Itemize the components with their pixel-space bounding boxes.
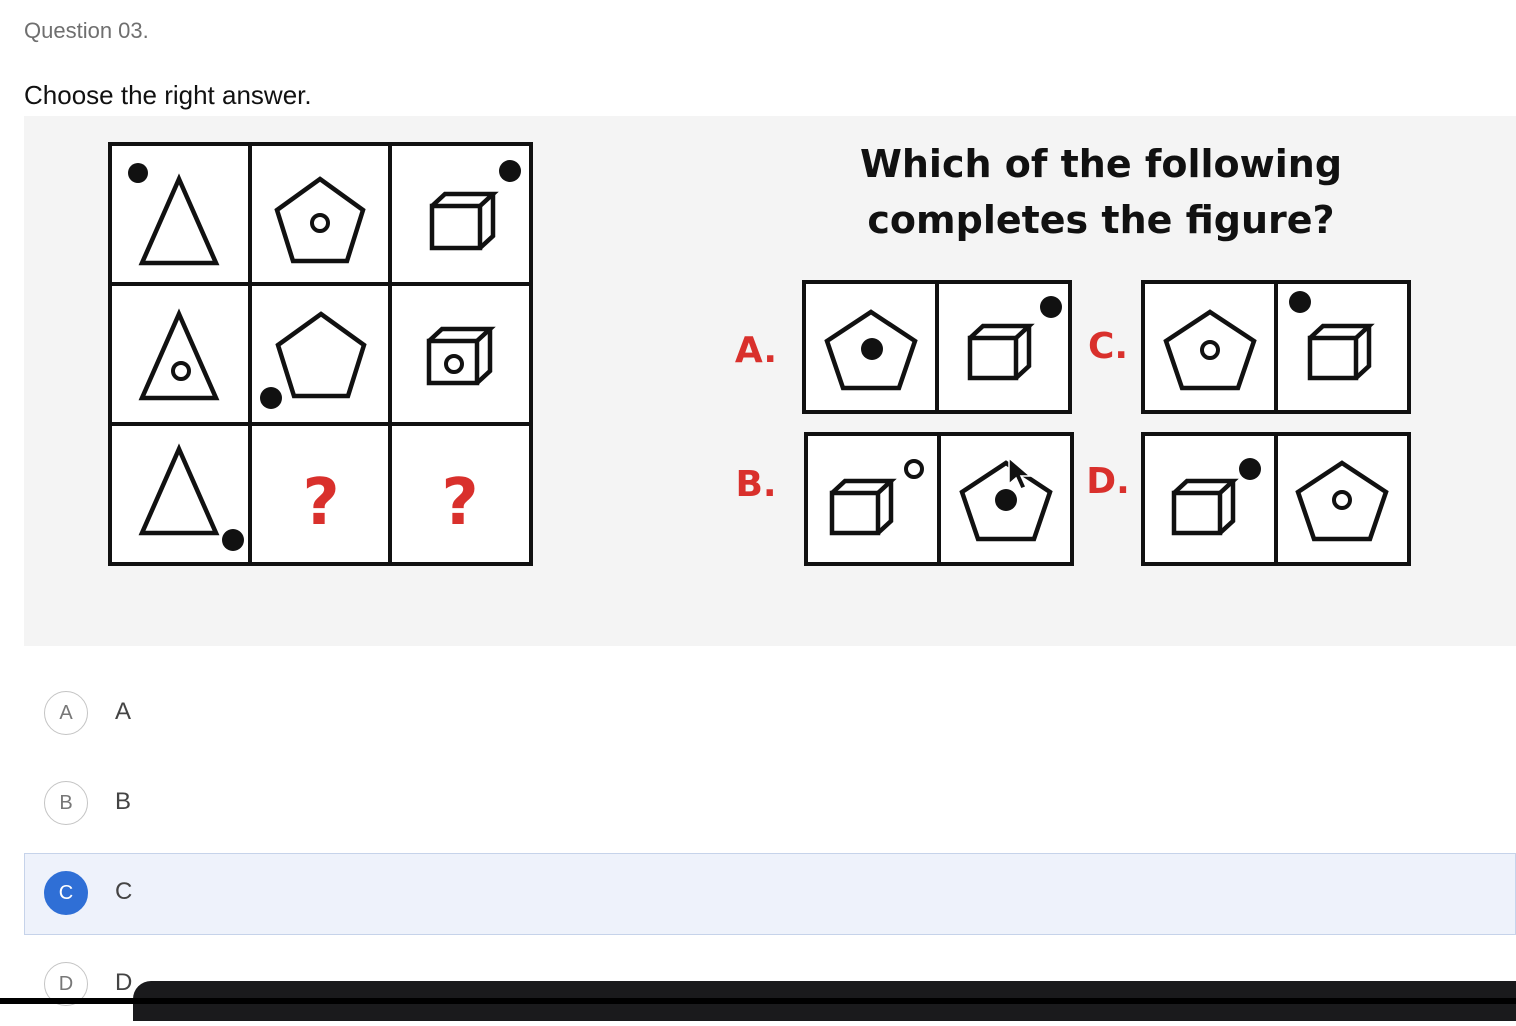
option-letter-d: D. bbox=[1086, 461, 1130, 502]
question-figure: ? ? Which of the following completes the… bbox=[24, 116, 1516, 646]
option-b-figure bbox=[804, 432, 1074, 566]
option-letter-a: A. bbox=[735, 330, 777, 371]
option-letter-b: B. bbox=[735, 464, 776, 505]
option-c-radio[interactable]: C bbox=[44, 871, 88, 915]
option-d-label: D bbox=[115, 969, 133, 996]
option-a-figure bbox=[802, 280, 1072, 414]
figure-title-line-2: completes the figure? bbox=[867, 198, 1334, 242]
answer-option-b[interactable]: B B bbox=[24, 763, 1516, 845]
option-letter-c: C. bbox=[1088, 326, 1128, 367]
figure-image: ? ? Which of the following completes the… bbox=[108, 142, 1411, 566]
option-b-label: B bbox=[115, 788, 132, 815]
option-c-figure bbox=[1141, 280, 1411, 414]
screen-bottom-edge bbox=[0, 998, 1516, 1004]
unknown-cell-2: ? bbox=[441, 466, 478, 540]
figure-matrix: ? ? bbox=[108, 142, 533, 566]
option-b-radio[interactable]: B bbox=[44, 781, 88, 825]
option-c-label: C bbox=[115, 878, 133, 905]
option-d-figure bbox=[1141, 432, 1411, 566]
question-prompt: Choose the right answer. bbox=[24, 80, 312, 110]
unknown-cell-1: ? bbox=[302, 466, 339, 540]
question-number: Question 03. bbox=[24, 18, 149, 43]
answer-option-c[interactable]: C C bbox=[24, 853, 1516, 935]
figure-title-line-1: Which of the following bbox=[860, 142, 1342, 186]
option-a-label: A bbox=[115, 698, 132, 725]
answer-option-a[interactable]: A A bbox=[24, 673, 1516, 755]
option-a-radio[interactable]: A bbox=[44, 691, 88, 735]
